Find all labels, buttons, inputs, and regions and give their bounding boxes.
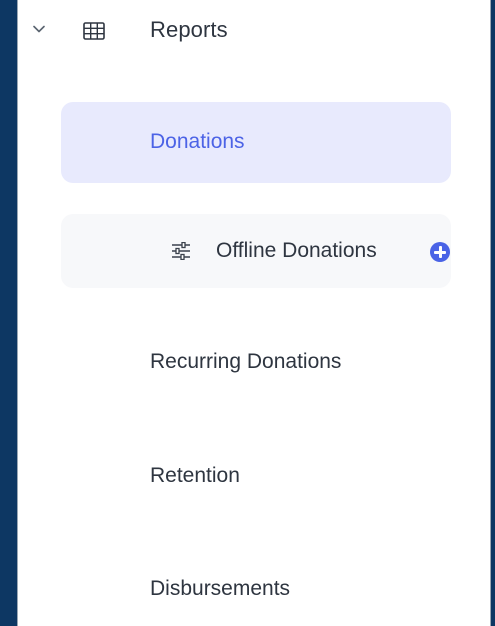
nav-item-recurring-donations-label: Recurring Donations	[150, 350, 342, 373]
table-grid-icon	[83, 22, 105, 40]
nav-item-retention[interactable]: Retention	[61, 444, 451, 508]
nav-item-retention-label: Retention	[150, 464, 240, 487]
sliders-icon	[171, 241, 191, 261]
nav-item-disbursements-label: Disbursements	[150, 577, 291, 600]
nav-item-offline-donations[interactable]: Offline Donations	[61, 214, 451, 288]
nav-item-disbursements[interactable]: Disbursements	[61, 557, 451, 621]
nav-item-recurring-donations[interactable]: Recurring Donations	[61, 330, 451, 394]
nav-item-donations[interactable]: Donations	[61, 102, 451, 183]
add-circle-icon[interactable]	[430, 242, 450, 262]
chevron-down-icon[interactable]	[32, 22, 46, 36]
nav-item-donations-label: Donations	[150, 130, 245, 153]
nav-item-offline-donations-label: Offline Donations	[216, 239, 377, 262]
reports-section-header[interactable]: Reports	[18, 0, 490, 64]
sidebar-panel: Reports Donations Offline Donations Recu…	[17, 0, 491, 626]
reports-label: Reports	[150, 17, 228, 42]
